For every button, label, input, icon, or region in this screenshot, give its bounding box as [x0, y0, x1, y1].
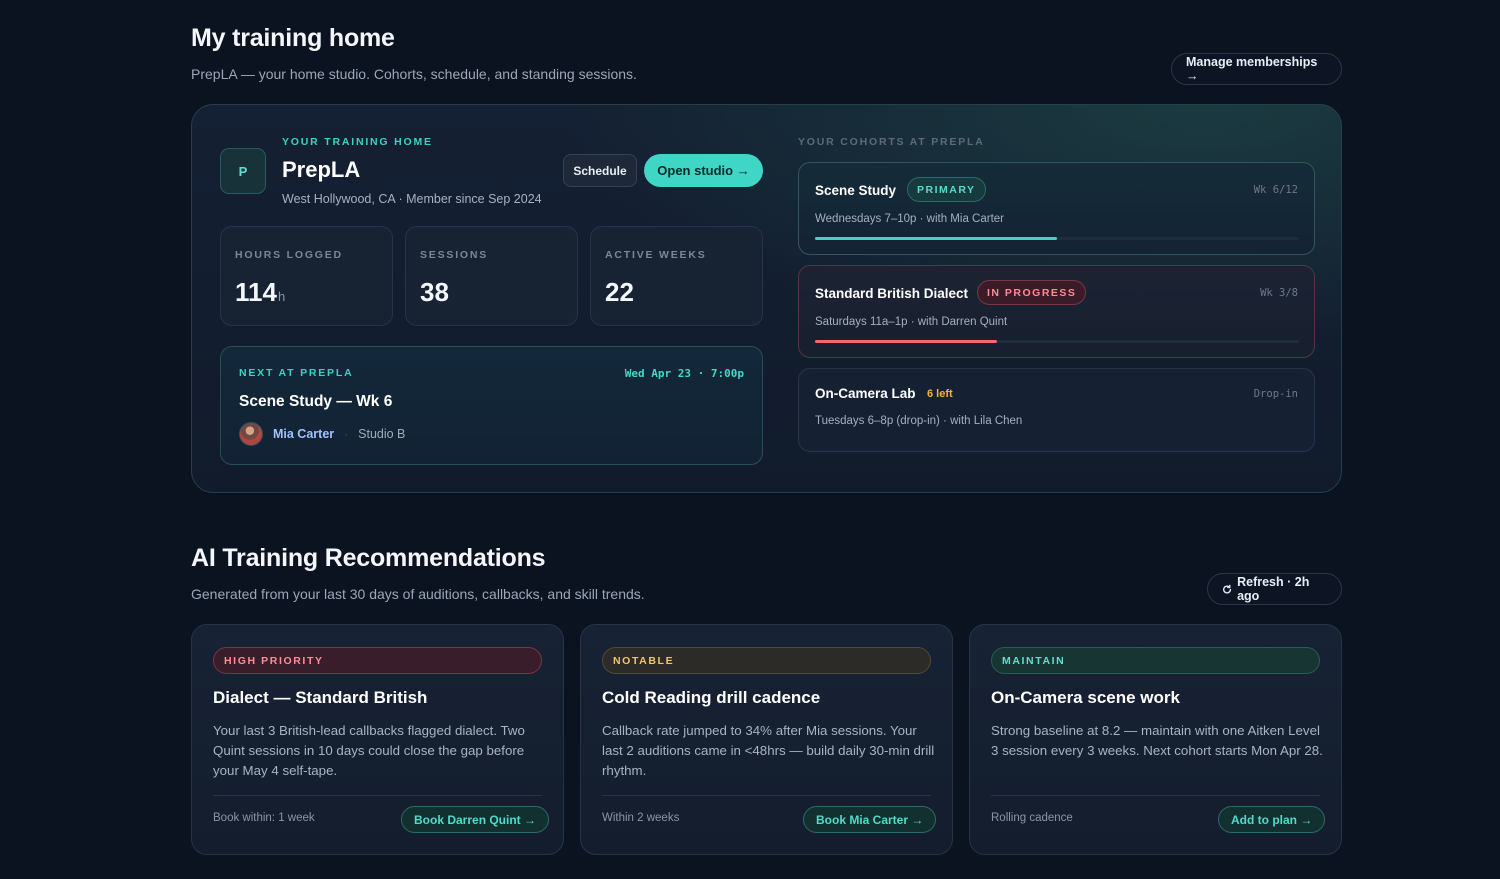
- divider: [602, 795, 931, 796]
- priority-tag: MAINTAIN: [991, 647, 1320, 674]
- stat-sessions: SESSIONS 38: [405, 226, 578, 326]
- cohort-progress-track: [815, 237, 1299, 240]
- recommendation-card-cold-reading: NOTABLE Cold Reading drill cadence Callb…: [580, 624, 953, 855]
- cohort-name: On-Camera Lab: [815, 386, 916, 401]
- stat-active-weeks: ACTIVE WEEKS 22: [590, 226, 763, 326]
- page-title: My training home: [191, 24, 395, 52]
- stat-value: 114h: [235, 277, 286, 307]
- next-datetime: Wed Apr 23 · 7:00p: [624, 367, 744, 380]
- cohort-week: Drop-in: [1253, 388, 1298, 400]
- recommendation-card-on-camera: MAINTAIN On-Camera scene work Strong bas…: [969, 624, 1342, 855]
- recommendation-body: Callback rate jumped to 34% after Mia se…: [602, 723, 935, 778]
- next-session-title: Scene Study — Wk 6: [239, 393, 393, 410]
- home-eyebrow: YOUR TRAINING HOME: [282, 136, 433, 148]
- recommendation-body: Strong baseline at 8.2 — maintain with o…: [991, 723, 1323, 758]
- training-home-panel: P YOUR TRAINING HOME PrepLA West Hollywo…: [191, 104, 1342, 493]
- cohort-week: Wk 6/12: [1253, 184, 1298, 196]
- priority-tag: HIGH PRIORITY: [213, 647, 542, 674]
- stat-value: 22: [605, 277, 634, 307]
- book-darren-quint-button[interactable]: Book Darren Quint →: [401, 806, 550, 833]
- open-studio-button[interactable]: Open studio →: [644, 154, 763, 187]
- recommendation-timing: Book within: 1 week: [213, 812, 315, 824]
- cohort-card-on-camera-lab[interactable]: On-Camera Lab 6 left Drop-in Tuesdays 6–…: [798, 368, 1315, 452]
- next-eyebrow: NEXT AT PREPLA: [239, 367, 354, 379]
- stat-hours-logged: HOURS LOGGED 114h: [220, 226, 393, 326]
- cohort-detail: Tuesdays 6–8p (drop-in) · with Lila Chen: [815, 415, 1023, 427]
- cohort-name: Scene Study: [815, 183, 897, 198]
- instructor-name[interactable]: Mia Carter: [273, 427, 334, 441]
- cohort-week: Wk 3/8: [1260, 287, 1298, 299]
- divider: [213, 795, 542, 796]
- stat-unit: h: [277, 289, 286, 304]
- cohort-name: Standard British Dialect: [815, 286, 969, 301]
- next-session-card[interactable]: NEXT AT PREPLA Wed Apr 23 · 7:00p Scene …: [220, 346, 763, 465]
- refresh-button[interactable]: Refresh · 2h ago: [1207, 573, 1342, 605]
- recommendation-body: Your last 3 British-lead callbacks flagg…: [213, 723, 525, 778]
- instructor-avatar: [239, 422, 263, 446]
- ai-section-title: AI Training Recommendations: [191, 544, 546, 572]
- recommendation-title: Dialect — Standard British: [213, 688, 428, 707]
- studio-name: PrepLA: [282, 157, 361, 182]
- schedule-button[interactable]: Schedule: [563, 154, 637, 187]
- refresh-label: Refresh · 2h ago: [1237, 575, 1310, 603]
- in-progress-badge: IN PROGRESS: [977, 280, 1087, 305]
- stat-label: SESSIONS: [420, 249, 489, 261]
- cohort-progress-fill: [815, 340, 997, 343]
- refresh-icon: [1223, 584, 1232, 594]
- recommendation-card-dialect: HIGH PRIORITY Dialect — Standard British…: [191, 624, 564, 855]
- divider: [991, 795, 1320, 796]
- stat-label: ACTIVE WEEKS: [605, 249, 707, 261]
- next-session-instructor: Mia Carter · Studio B: [239, 422, 405, 446]
- separator-dot: ·: [344, 427, 349, 441]
- cohort-progress-fill: [815, 237, 1057, 240]
- recommendation-title: Cold Reading drill cadence: [602, 688, 821, 707]
- cohort-card-scene-study[interactable]: Scene Study PRIMARY Wk 6/12 Wednesdays 7…: [798, 162, 1315, 255]
- recommendation-timing: Within 2 weeks: [602, 812, 680, 824]
- add-to-plan-button[interactable]: Add to plan →: [1218, 806, 1326, 833]
- cohort-detail: Saturdays 11a–1p · with Darren Quint: [815, 316, 1008, 328]
- primary-badge: PRIMARY: [907, 177, 986, 202]
- recommendation-timing: Rolling cadence: [991, 812, 1073, 824]
- ai-section-subtitle: Generated from your last 30 days of audi…: [191, 586, 645, 602]
- page-subtitle: PrepLA — your home studio. Cohorts, sche…: [191, 66, 637, 82]
- cohort-card-british-dialect[interactable]: Standard British Dialect IN PROGRESS Wk …: [798, 265, 1315, 358]
- studio-meta: West Hollywood, CA · Member since Sep 20…: [282, 192, 542, 206]
- stat-label: HOURS LOGGED: [235, 249, 343, 261]
- book-mia-carter-button[interactable]: Book Mia Carter →: [803, 806, 937, 833]
- seats-left-badge: 6 left: [927, 388, 953, 400]
- cohorts-eyebrow: YOUR COHORTS AT PREPLA: [798, 136, 985, 148]
- recommendation-title: On-Camera scene work: [991, 688, 1180, 707]
- manage-memberships-button[interactable]: Manage memberships →: [1171, 53, 1342, 85]
- cohort-progress-track: [815, 340, 1299, 343]
- priority-tag: NOTABLE: [602, 647, 931, 674]
- studio-avatar: P: [220, 148, 266, 194]
- cohort-detail: Wednesdays 7–10p · with Mia Carter: [815, 213, 1004, 225]
- studio-room: Studio B: [358, 427, 406, 441]
- stat-value: 38: [420, 277, 449, 307]
